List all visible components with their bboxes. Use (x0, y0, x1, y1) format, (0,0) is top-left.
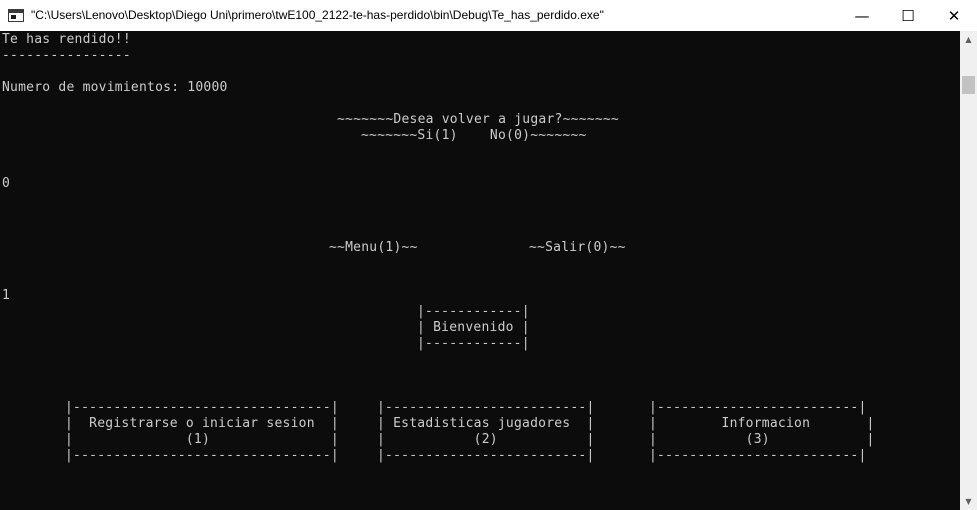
play-again-prompt: ~~~~~~~Desea volver a jugar?~~~~~~~ (337, 112, 619, 127)
stats-box-label: | Estadisticas jugadores | (377, 416, 595, 431)
surrender-underline: ---------------- (2, 48, 131, 63)
moves-count: Numero de movimientos: 10000 (2, 80, 228, 95)
info-box-number: | (3) | (649, 432, 875, 447)
stats-box-top: |-------------------------| (377, 400, 595, 415)
minimize-button[interactable]: — (839, 0, 885, 31)
info-box-bottom: |-------------------------| (649, 448, 867, 463)
stats-box-bottom: |-------------------------| (377, 448, 595, 463)
info-box-top: |-------------------------| (649, 400, 867, 415)
welcome-box-top: |------------| (417, 304, 530, 319)
user-input-1: 1 (2, 288, 11, 303)
close-button[interactable]: ✕ (931, 0, 977, 31)
info-box-label: | Informacion | (649, 416, 875, 431)
scroll-up-icon[interactable]: ▲ (960, 31, 977, 48)
user-input-0: 0 (2, 176, 11, 191)
play-again-options: ~~~~~~~Si(1) No(0)~~~~~~~ (361, 128, 587, 143)
register-box-number: | (1) | (65, 432, 339, 447)
vertical-scrollbar[interactable]: ▲ ▼ (960, 31, 977, 510)
register-box-bottom: |--------------------------------| (65, 448, 339, 463)
surrender-message: Te has rendido!! (2, 32, 131, 47)
stats-box-number: | (2) | (377, 432, 595, 447)
scroll-thumb[interactable] (962, 76, 975, 94)
welcome-box-bottom: |------------| (417, 336, 530, 351)
menu-option: ~~Menu(1)~~ (329, 240, 418, 255)
window-title: "C:\Users\Lenovo\Desktop\Diego Uni\prime… (31, 8, 604, 22)
maximize-button[interactable]: ☐ (885, 0, 931, 31)
welcome-box-title: | Bienvenido | (417, 320, 530, 335)
title-bar: "C:\Users\Lenovo\Desktop\Diego Uni\prime… (0, 0, 977, 32)
register-box-label: | Registrarse o iniciar sesion | (65, 416, 339, 431)
exit-option: ~~Salir(0)~~ (529, 240, 626, 255)
console-app-icon[interactable] (8, 9, 24, 22)
scroll-down-icon[interactable]: ▼ (960, 493, 977, 510)
console-output[interactable]: Te has rendido!! ---------------- Numero… (0, 31, 960, 510)
register-box-top: |--------------------------------| (65, 400, 339, 415)
